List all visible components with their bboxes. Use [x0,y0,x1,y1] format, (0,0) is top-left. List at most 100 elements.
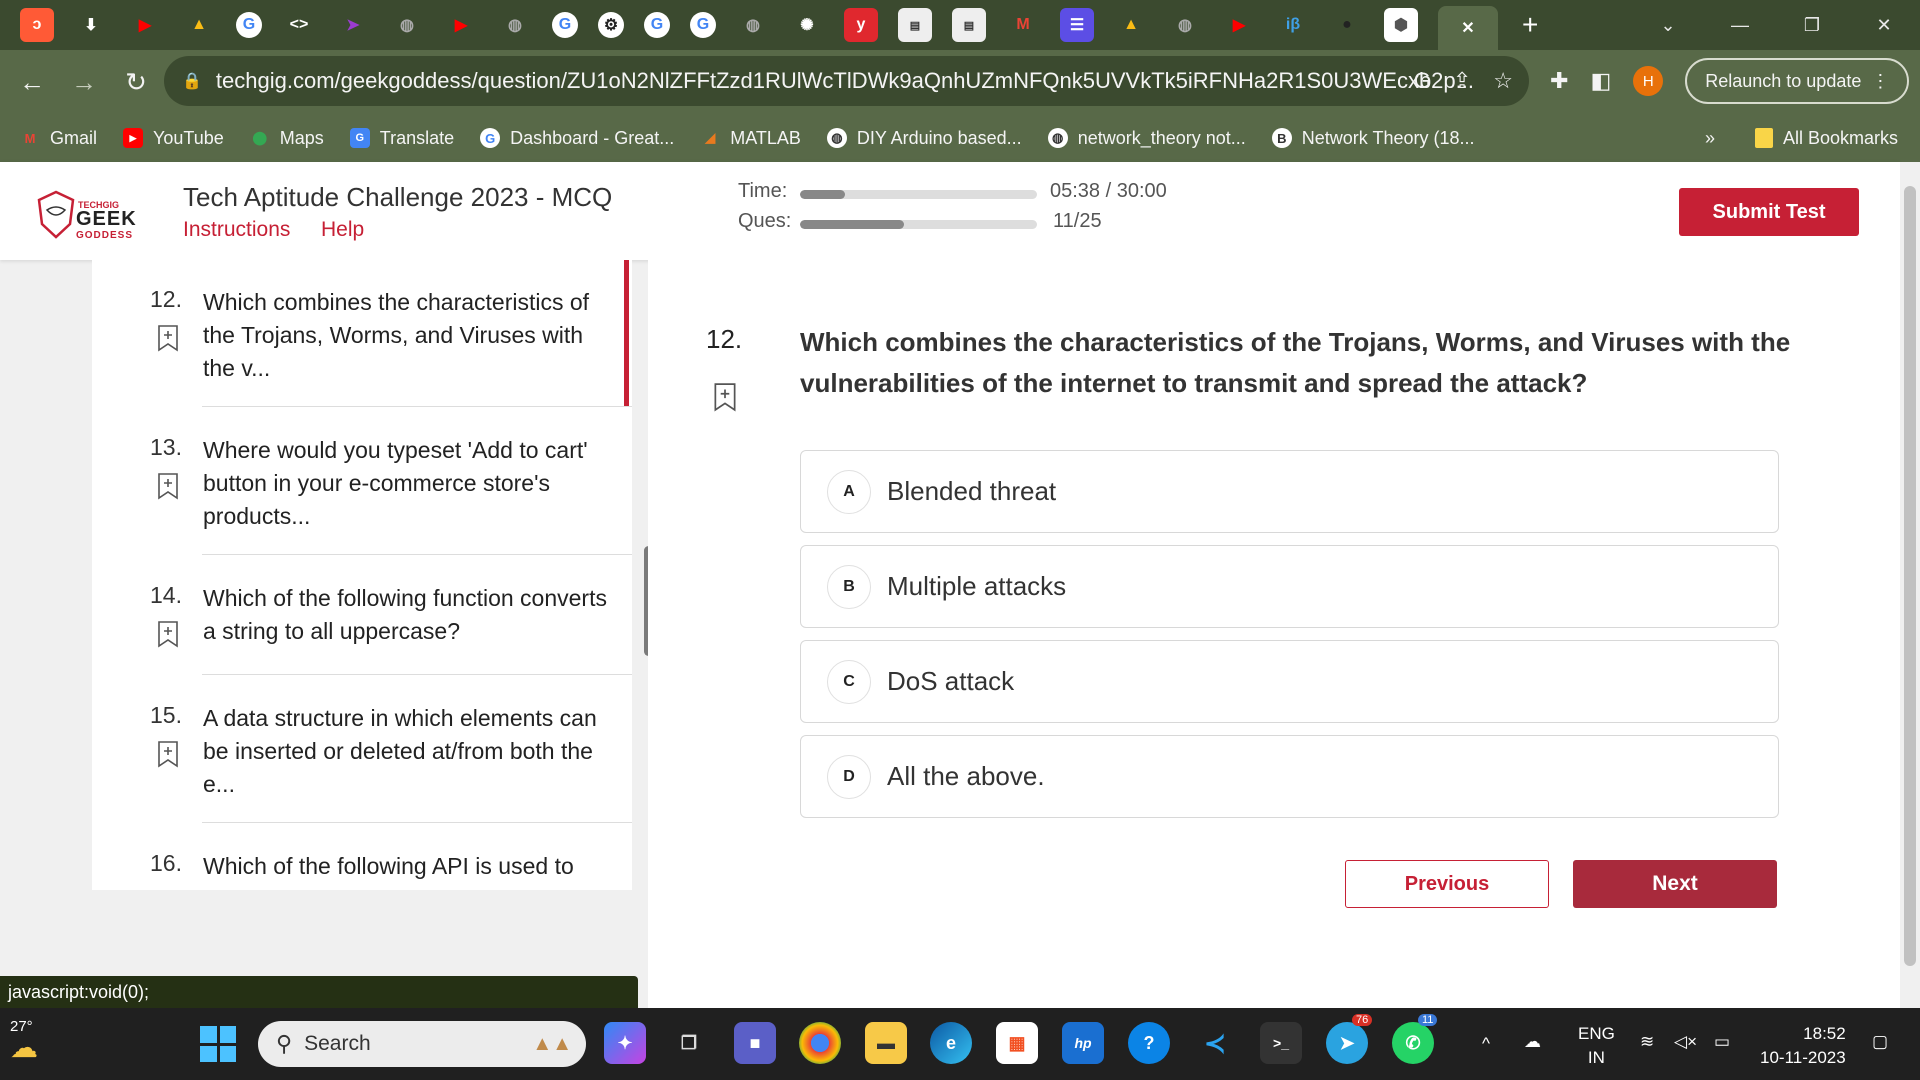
language-indicator[interactable]: ENG IN [1578,1022,1615,1070]
bookmark-arduino[interactable]: ◍ DIY Arduino based... [826,128,1022,149]
chatgpt-tab-icon[interactable]: ✺ [790,8,824,42]
bookmark-matlab[interactable]: ◢ MATLAB [700,128,801,149]
whatsapp-icon[interactable]: ✆ [1392,1022,1434,1064]
option-a[interactable]: A Blended threat [800,450,1779,533]
forward-icon[interactable]: → [64,67,104,98]
show-hidden-icons[interactable]: ^ [1482,1032,1490,1056]
share-icon[interactable]: ⇪ [1453,68,1471,94]
active-tab-close-icon[interactable]: ✕ [1438,6,1498,50]
copilot-icon[interactable]: ✦ [604,1022,646,1064]
youtube-tab-icon[interactable]: ▶ [1222,8,1256,42]
drive-tab-icon[interactable]: ▲ [182,8,216,42]
option-c[interactable]: C DoS attack [800,640,1779,723]
bookmark-network-theory[interactable]: B Network Theory (18... [1271,128,1475,149]
wifi-icon[interactable]: ≋ [1640,1030,1654,1054]
help-link[interactable]: Help [321,218,364,242]
all-bookmarks-button[interactable]: All Bookmarks [1754,128,1898,149]
gmail-tab-icon[interactable]: M [1006,8,1040,42]
bookmark-gmail[interactable]: M Gmail [20,128,97,149]
ib-tab-icon[interactable]: iβ [1276,8,1310,42]
youtube-tab-icon[interactable]: ▶ [444,8,478,42]
drive-tab-icon[interactable]: ▲ [1114,8,1148,42]
bookmark-add-icon[interactable] [156,620,180,648]
notifications-icon[interactable]: ▢ [1872,1030,1888,1054]
new-tab-button[interactable]: + [1522,9,1538,41]
google-lens-icon[interactable]: G [1414,68,1431,94]
clock[interactable]: 18:52 10-11-2023 [1760,1022,1846,1070]
arrow-tab-icon[interactable]: ➤ [336,8,370,42]
settings-tab-icon[interactable]: ⚙ [598,12,624,38]
code-tab-icon[interactable]: <> [282,8,316,42]
onedrive-icon[interactable]: ☁ [1524,1030,1541,1054]
download-tab-icon[interactable]: ⬇ [74,8,108,42]
globe-tab-icon[interactable]: ◍ [736,8,770,42]
github-tab-icon[interactable]: ● [1330,8,1364,42]
bookmarks-overflow-button[interactable]: » [1705,128,1715,149]
google-tab-icon[interactable]: G [644,12,670,38]
translate-icon: G [349,128,370,148]
bookmark-star-icon[interactable]: ☆ [1493,68,1513,94]
bookmark-translate[interactable]: G Translate [349,128,454,149]
edge-icon[interactable]: e [930,1022,972,1064]
bookmark-add-icon[interactable] [156,324,180,352]
terminal-icon[interactable]: >_ [1260,1022,1302,1064]
instructions-link[interactable]: Instructions [183,218,290,242]
restore-icon[interactable]: ❐ [1776,15,1848,36]
start-icon[interactable] [200,1026,236,1062]
address-bar[interactable]: 🔒 techgig.com/geekgoddess/question/ZU1oN… [164,56,1529,106]
windows-taskbar: 27° ☁ ⚲ Search ▲▲ ✦ ❐ ■ ▬ e ▦ hp ? ≺ >_ … [0,1008,1920,1080]
myhp-icon[interactable]: hp [1062,1022,1104,1064]
doc-tab-icon[interactable]: ▤ [952,8,986,42]
battery-icon[interactable]: ▭ [1714,1030,1730,1054]
forms-tab-icon[interactable]: ☰ [1060,8,1094,42]
lock-icon[interactable]: 🔒 [182,71,202,91]
vscode-icon[interactable]: ≺ [1194,1022,1236,1064]
youtube-tab-icon[interactable]: ▶ [128,8,162,42]
bookmark-add-icon[interactable] [156,740,180,768]
teams-icon[interactable]: ■ [734,1022,776,1064]
close-window-icon[interactable]: ✕ [1848,15,1920,36]
minimize-icon[interactable]: — [1704,15,1776,36]
bookmark-question-icon[interactable] [712,382,738,412]
submit-test-button[interactable]: Submit Test [1679,188,1859,236]
bookmark-add-icon[interactable] [156,472,180,500]
file-explorer-icon[interactable]: ▬ [865,1022,907,1064]
sidepanel-icon[interactable]: ◧ [1590,68,1611,94]
google-tab-icon[interactable]: G [552,12,578,38]
page-scrollbar-thumb[interactable] [1904,186,1916,966]
mute-icon[interactable]: ◁× [1674,1030,1697,1054]
google-tab-icon[interactable]: G [236,12,262,38]
chrome-icon[interactable] [799,1022,841,1064]
back-icon[interactable]: ← [12,67,52,98]
bookmark-network-theory-notes[interactable]: ◍ network_theory not... [1047,128,1246,149]
relaunch-button[interactable]: Relaunch to update ⋮ [1685,58,1910,104]
store-icon[interactable]: ▦ [996,1022,1038,1064]
geek-goddess-logo[interactable]: TECHGIG GEEK GODDESS [36,188,146,244]
weather-widget[interactable]: 27° ☁ [10,1018,38,1064]
google-tab-icon[interactable]: G [690,12,716,38]
reload-icon[interactable]: ↻ [116,67,156,98]
page-scrollbar[interactable] [1900,162,1920,1008]
extensions-icon[interactable]: ✚ [1550,68,1568,94]
tab-search-icon[interactable]: ⌄ [1632,15,1704,36]
taskbar-search[interactable]: ⚲ Search ▲▲ [258,1021,586,1067]
globe-tab-icon[interactable]: ◍ [390,8,424,42]
next-button[interactable]: Next [1573,860,1777,908]
option-b[interactable]: B Multiple attacks [800,545,1779,628]
menu-dots-icon[interactable]: ⋮ [1871,71,1889,92]
bookmark-youtube[interactable]: ▶ YouTube [123,128,224,149]
doc-tab-icon[interactable]: ▤ [898,8,932,42]
help-icon[interactable]: ? [1128,1022,1170,1064]
bookmark-dashboard[interactable]: G Dashboard - Great... [480,128,674,149]
cube-tab-icon[interactable]: ⬢ [1384,8,1418,42]
task-view-icon[interactable]: ❐ [668,1022,710,1064]
hubspot-tab-icon[interactable]: ↄ [20,8,54,42]
previous-button[interactable]: Previous [1345,860,1549,908]
profile-avatar[interactable]: H [1633,66,1664,96]
y-tab-icon[interactable]: y [844,8,878,42]
option-d[interactable]: D All the above. [800,735,1779,818]
globe-tab-icon[interactable]: ◍ [498,8,532,42]
globe-tab-icon[interactable]: ◍ [1168,8,1202,42]
telegram-icon[interactable]: ➤ [1326,1022,1368,1064]
bookmark-maps[interactable]: ⬤ Maps [250,128,323,149]
